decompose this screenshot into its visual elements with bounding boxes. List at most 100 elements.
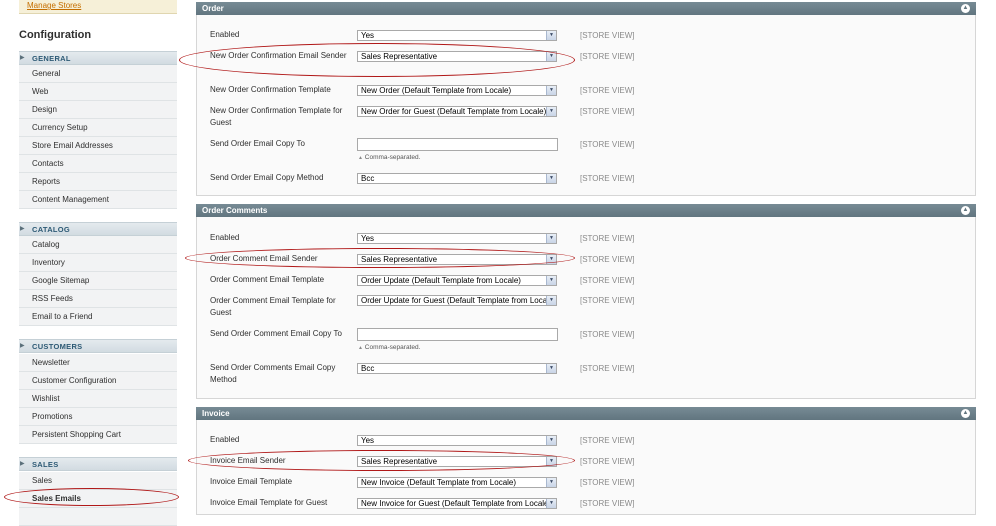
field-label-sender: New Order Confirmation Email Sender: [210, 51, 347, 60]
sidebar-item-contacts[interactable]: Contacts: [19, 155, 177, 173]
order-copy-to-input[interactable]: [357, 138, 558, 151]
sidebar-item-design[interactable]: Design: [19, 101, 177, 119]
chevron-down-icon: ▼: [546, 86, 556, 95]
manage-stores-link[interactable]: Manage Stores: [27, 1, 81, 10]
chevron-down-icon: ▼: [546, 31, 556, 40]
section-header-order[interactable]: Order ▲: [196, 2, 976, 15]
invoice-enabled-select[interactable]: Yes ▼: [357, 435, 557, 446]
chevron-down-icon: ▼: [546, 364, 556, 373]
invoice-template-select[interactable]: New Invoice (Default Template from Local…: [357, 477, 557, 488]
order-sender-select[interactable]: Sales Representative ▼: [357, 51, 557, 62]
sidebar-item-rss-feeds[interactable]: RSS Feeds: [19, 290, 177, 308]
scope-label: [STORE VIEW]: [580, 52, 635, 61]
sidebar-item-sales-emails[interactable]: Sales Emails: [19, 490, 177, 508]
comment-copy-to-input[interactable]: [357, 328, 558, 341]
field-label-copy-to: Send Order Email Copy To: [210, 139, 306, 148]
collapse-icon[interactable]: ▲: [961, 206, 970, 215]
scope-label: [STORE VIEW]: [580, 234, 635, 243]
chevron-down-icon: ▼: [546, 276, 556, 285]
scope-label: [STORE VIEW]: [580, 457, 635, 466]
sidebar-item-general[interactable]: General: [19, 65, 177, 83]
config-sidebar: Manage Stores Configuration ▶ GENERAL Ge…: [0, 0, 182, 526]
scope-label: [STORE VIEW]: [580, 140, 635, 149]
sidebar-item-currency-setup[interactable]: Currency Setup: [19, 119, 177, 137]
invoice-guest-template-select[interactable]: New Invoice for Guest (Default Template …: [357, 498, 557, 509]
sidebar-group-catalog[interactable]: ▶ CATALOG: [19, 222, 177, 236]
expand-arrow-icon: ▶: [20, 55, 25, 61]
invoice-sender-select[interactable]: Sales Representative ▼: [357, 456, 557, 467]
scope-label: [STORE VIEW]: [580, 86, 635, 95]
field-label-sender: Invoice Email Sender: [210, 456, 286, 465]
sidebar-item-persistent-shopping-cart[interactable]: Persistent Shopping Cart: [19, 426, 177, 444]
sidebar-item-email-to-a-friend[interactable]: Email to a Friend: [19, 308, 177, 326]
order-copy-method-select[interactable]: Bcc ▼: [357, 173, 557, 184]
scope-label: [STORE VIEW]: [580, 478, 635, 487]
sidebar-item-newsletter[interactable]: Newsletter: [19, 354, 177, 372]
scope-label: [STORE VIEW]: [580, 107, 635, 116]
chevron-down-icon: ▼: [546, 296, 556, 305]
order-template-select[interactable]: New Order (Default Template from Locale)…: [357, 85, 557, 96]
sidebar-item-store-email-addresses[interactable]: Store Email Addresses: [19, 137, 177, 155]
field-label-enabled: Enabled: [210, 233, 240, 242]
field-label-template: Order Comment Email Template: [210, 275, 325, 284]
scope-label: [STORE VIEW]: [580, 364, 635, 373]
expand-arrow-icon: ▶: [20, 461, 25, 467]
sidebar-item-next[interactable]: [19, 508, 177, 526]
field-label-template: New Order Confirmation Template: [210, 85, 331, 94]
sidebar-group-general[interactable]: ▶ GENERAL: [19, 51, 177, 65]
manage-stores-bar: Manage Stores: [19, 0, 177, 14]
order-guest-template-select[interactable]: New Order for Guest (Default Template fr…: [357, 106, 557, 117]
sidebar-item-inventory[interactable]: Inventory: [19, 254, 177, 272]
sidebar-item-catalog[interactable]: Catalog: [19, 236, 177, 254]
triangle-icon: ▲: [358, 155, 363, 161]
chevron-down-icon: ▼: [546, 499, 556, 508]
section-header-order-comments[interactable]: Order Comments ▲: [196, 204, 976, 217]
sidebar-item-sales[interactable]: Sales: [19, 472, 177, 490]
section-header-invoice[interactable]: Invoice ▲: [196, 407, 976, 420]
sidebar-group-customers[interactable]: ▶ CUSTOMERS: [19, 339, 177, 353]
comment-template-select[interactable]: Order Update (Default Template from Loca…: [357, 275, 557, 286]
scope-label: [STORE VIEW]: [580, 255, 635, 264]
comment-guest-template-select[interactable]: Order Update for Guest (Default Template…: [357, 295, 557, 306]
expand-arrow-icon: ▶: [20, 226, 25, 232]
field-label-copy-to: Send Order Comment Email Copy To: [210, 329, 342, 338]
collapse-icon[interactable]: ▲: [961, 4, 970, 13]
sidebar-item-content-management[interactable]: Content Management: [19, 191, 177, 209]
comment-enabled-select[interactable]: Yes ▼: [357, 233, 557, 244]
sidebar-item-customer-configuration[interactable]: Customer Configuration: [19, 372, 177, 390]
scope-label: [STORE VIEW]: [580, 499, 635, 508]
field-label-copy-method: Send Order Email Copy Method: [210, 173, 324, 182]
sidebar-item-google-sitemap[interactable]: Google Sitemap: [19, 272, 177, 290]
chevron-down-icon: ▼: [546, 174, 556, 183]
field-label-enabled: Enabled: [210, 435, 240, 444]
scope-label: [STORE VIEW]: [580, 174, 635, 183]
order-enabled-select[interactable]: Yes ▼: [357, 30, 557, 41]
scope-label: [STORE VIEW]: [580, 276, 635, 285]
chevron-down-icon: ▼: [546, 234, 556, 243]
sidebar-item-reports[interactable]: Reports: [19, 173, 177, 191]
scope-label: [STORE VIEW]: [580, 436, 635, 445]
field-note: ▲ Comma-separated.: [358, 154, 421, 161]
chevron-down-icon: ▼: [546, 107, 556, 116]
comment-sender-select[interactable]: Sales Representative ▼: [357, 254, 557, 265]
sidebar-item-promotions[interactable]: Promotions: [19, 408, 177, 426]
field-label-copy-method: Send Order Comments Email Copy Method: [210, 363, 336, 384]
sidebar-item-wishlist[interactable]: Wishlist: [19, 390, 177, 408]
field-note: ▲ Comma-separated.: [358, 344, 421, 351]
field-label-guest-template: New Order Confirmation Template for Gues…: [210, 106, 343, 127]
expand-arrow-icon: ▶: [20, 343, 25, 349]
scope-label: [STORE VIEW]: [580, 330, 635, 339]
chevron-down-icon: ▼: [546, 255, 556, 264]
chevron-down-icon: ▼: [546, 436, 556, 445]
field-label-enabled: Enabled: [210, 30, 240, 39]
triangle-icon: ▲: [358, 345, 363, 351]
sidebar-group-sales[interactable]: ▶ SALES: [19, 457, 177, 471]
chevron-down-icon: ▼: [546, 52, 556, 61]
chevron-down-icon: ▼: [546, 457, 556, 466]
field-label-template: Invoice Email Template: [210, 477, 293, 486]
sidebar-item-web[interactable]: Web: [19, 83, 177, 101]
collapse-icon[interactable]: ▲: [961, 409, 970, 418]
field-label-sender: Order Comment Email Sender: [210, 254, 318, 263]
comment-copy-method-select[interactable]: Bcc ▼: [357, 363, 557, 374]
sidebar-title: Configuration: [19, 29, 92, 41]
